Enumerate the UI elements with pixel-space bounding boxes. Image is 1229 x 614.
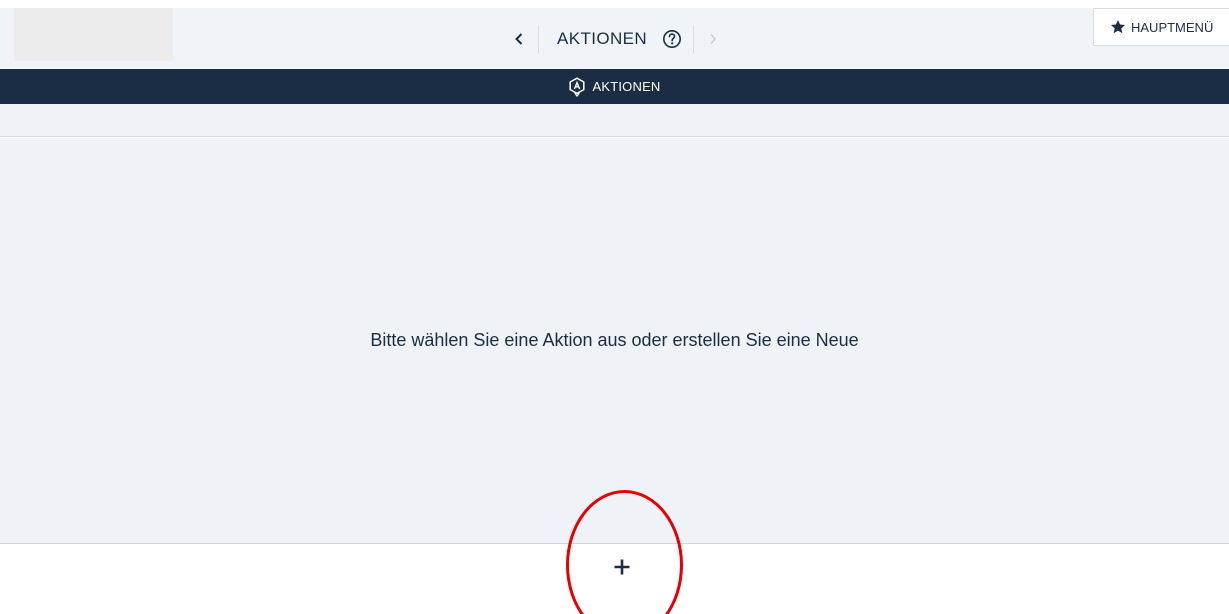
title-navigation: AKTIONEN	[500, 22, 732, 56]
main-menu-button[interactable]: HAUPTMENÜ	[1093, 8, 1229, 46]
section-title: AKTIONEN	[592, 79, 661, 94]
top-bar: AKTIONEN HAUPTMENÜ	[0, 8, 1229, 69]
next-button[interactable]	[694, 22, 732, 56]
add-action-button[interactable]	[596, 547, 648, 587]
toolbar-strip	[0, 104, 1229, 137]
plus-icon	[614, 559, 630, 575]
chevron-left-icon	[515, 33, 523, 45]
star-icon	[1110, 19, 1126, 35]
logo-placeholder	[14, 8, 173, 61]
app-window: AKTIONEN HAUPTMENÜ AKTIONEN Bitte wählen…	[0, 0, 1229, 614]
section-header: AKTIONEN	[0, 69, 1229, 104]
empty-state-message: Bitte wählen Sie eine Aktion aus oder er…	[370, 330, 859, 350]
content-panel: Bitte wählen Sie eine Aktion aus oder er…	[0, 138, 1229, 544]
help-button[interactable]	[655, 22, 689, 56]
chevron-right-icon	[710, 34, 717, 44]
main-menu-label: HAUPTMENÜ	[1131, 19, 1214, 35]
question-circle-icon	[663, 30, 682, 48]
previous-button[interactable]	[500, 22, 538, 56]
aktionen-badge-icon	[568, 76, 586, 97]
page-title: AKTIONEN	[557, 29, 648, 48]
